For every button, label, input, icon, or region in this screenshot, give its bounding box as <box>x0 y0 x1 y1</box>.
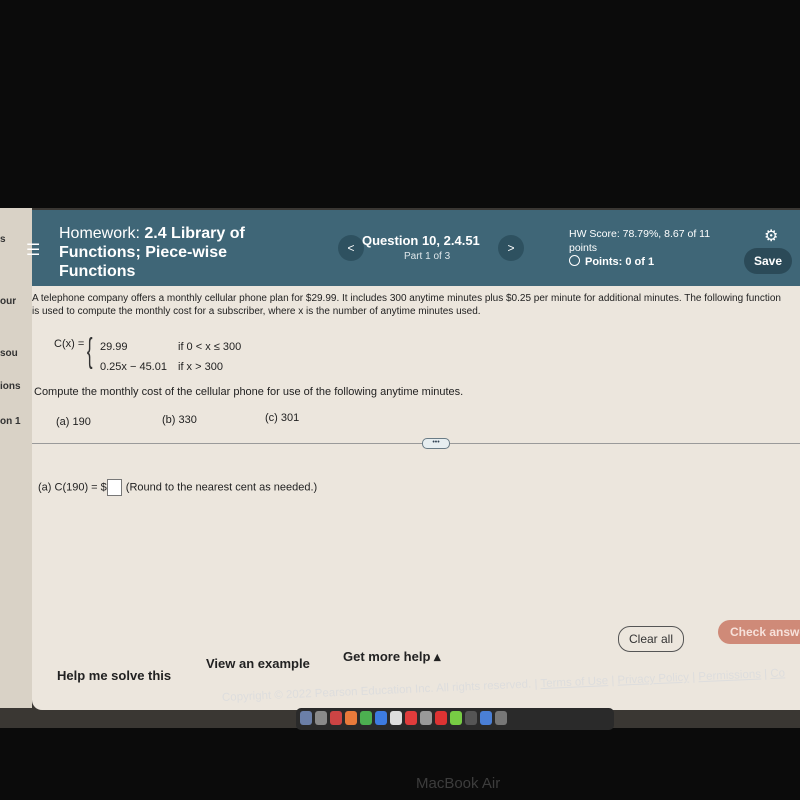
case-expr: 29.99 <box>100 341 128 353</box>
dock-app-icon[interactable] <box>345 711 357 725</box>
clear-all-button[interactable]: Clear all <box>618 626 684 652</box>
header: ☰ Homework: 2.4 Library of Functions; Pi… <box>26 210 800 286</box>
homework-label: Homework: <box>59 225 140 242</box>
view-example-button[interactable]: View an example <box>206 656 310 671</box>
case-cond: if 0 < x ≤ 300 <box>178 341 242 353</box>
sidebar-fragment[interactable]: ions <box>0 381 21 392</box>
previous-question-button[interactable]: < <box>338 235 364 261</box>
dock-app-icon[interactable] <box>420 711 432 725</box>
points-text: Points: 0 of 1 <box>585 256 655 268</box>
hw-score: HW Score: 78.79%, 8.67 of 11 points <box>569 228 711 254</box>
menu-icon[interactable]: ☰ <box>26 240 40 260</box>
gear-icon[interactable]: ⚙ <box>764 226 778 246</box>
case-cond: if x > 300 <box>178 361 223 373</box>
sidebar-fragment[interactable]: s <box>0 234 6 245</box>
question-title: Question 10, 2.4.51 <box>362 233 480 248</box>
part-c: (c) 301 <box>265 412 300 424</box>
dock-app-icon[interactable] <box>450 711 462 725</box>
brace: { <box>86 332 93 370</box>
dock-app-icon[interactable] <box>405 711 417 725</box>
contact-link[interactable]: Co <box>770 667 785 680</box>
help-me-solve-button[interactable]: Help me solve this <box>57 668 171 683</box>
dock-app-icon[interactable] <box>435 711 447 725</box>
next-question-button[interactable]: > <box>498 235 524 261</box>
expand-button[interactable]: ••• <box>422 438 450 449</box>
get-more-help-button[interactable]: Get more help ▴ <box>343 649 441 665</box>
save-button[interactable]: Save <box>744 248 792 274</box>
answer-prefix: (a) C(190) = $ <box>38 481 107 494</box>
question-part: Part 1 of 3 <box>404 251 451 262</box>
answer-input[interactable] <box>106 479 122 496</box>
answer-hint: (Round to the nearest cent as needed.) <box>125 481 318 494</box>
function-name: C(x) = <box>54 338 85 350</box>
case-expr: 0.25x − 45.01 <box>100 361 167 373</box>
points: Points: 0 of 1 <box>569 255 654 268</box>
dock <box>296 708 614 730</box>
sidebar-fragment[interactable]: on 1 <box>0 416 21 427</box>
homework-title: Homework: 2.4 Library of Functions; Piec… <box>59 224 259 281</box>
dock-app-icon[interactable] <box>390 711 402 725</box>
sidebar-fragment[interactable]: our <box>0 296 16 307</box>
divider <box>32 443 800 444</box>
dock-app-icon[interactable] <box>360 711 372 725</box>
question-content: A telephone company offers a monthly cel… <box>32 286 800 710</box>
device-label: MacBook Air <box>416 775 501 792</box>
instruction: Compute the monthly cost of the cellular… <box>34 386 464 398</box>
sidebar-partial: s our sou ions on 1 <box>0 208 32 708</box>
dock-app-icon[interactable] <box>330 711 342 725</box>
part-b: (b) 330 <box>162 414 197 426</box>
dock-app-icon[interactable] <box>315 711 327 725</box>
dock-app-icon[interactable] <box>480 711 492 725</box>
dock-app-icon[interactable] <box>465 711 477 725</box>
dock-app-icon[interactable] <box>300 711 312 725</box>
points-circle-icon <box>569 255 580 266</box>
check-answer-button[interactable]: Check answer <box>718 620 800 644</box>
dock-app-icon[interactable] <box>375 711 387 725</box>
part-a: (a) 190 <box>56 416 91 428</box>
problem-text: A telephone company offers a monthly cel… <box>32 293 781 317</box>
sidebar-fragment[interactable]: sou <box>0 348 18 359</box>
answer-row: (a) C(190) = $ (Round to the nearest cent… <box>38 479 317 496</box>
trash-icon[interactable] <box>495 711 507 725</box>
